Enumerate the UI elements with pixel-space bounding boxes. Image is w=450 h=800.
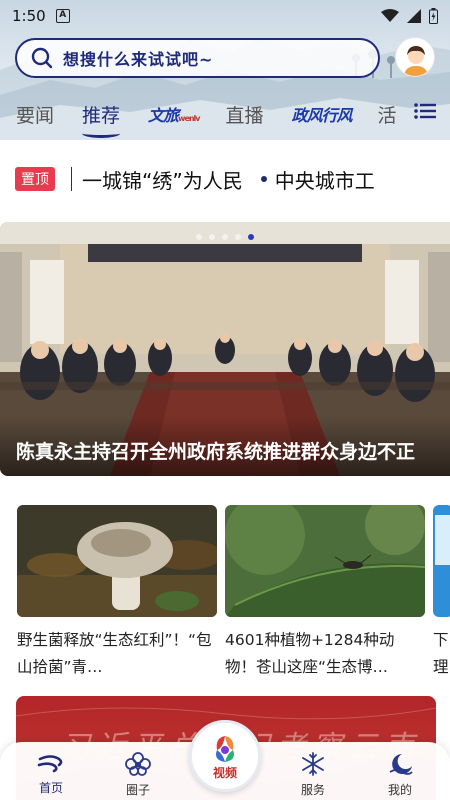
nav-video-label: 视频 bbox=[212, 765, 237, 780]
circle-flower-icon bbox=[125, 752, 151, 776]
ticker-divider bbox=[71, 167, 72, 191]
news-card-title: 下理 bbox=[433, 631, 449, 675]
search-icon bbox=[31, 47, 53, 69]
carousel-dot[interactable] bbox=[222, 234, 228, 240]
status-bar: 1:50 A bbox=[0, 0, 450, 32]
battery-icon bbox=[429, 8, 438, 24]
wifi-icon bbox=[381, 9, 399, 22]
tab-zhibo[interactable]: 直播 bbox=[226, 101, 264, 128]
carousel-indicators bbox=[196, 234, 254, 240]
search-row: 想搜什么来试试吧~ bbox=[15, 37, 435, 79]
home-wind-icon bbox=[37, 755, 63, 773]
signal-icon bbox=[407, 9, 421, 23]
news-card-strip: 野生菌释放“生态红利”！“包山拾菌”青… 4601种植物+1284种动物！苍山这… bbox=[17, 505, 450, 675]
carousel-dot[interactable] bbox=[196, 234, 202, 240]
ticker-headline[interactable]: 中央城市工 bbox=[275, 165, 375, 194]
tab-zhengfeng-logo[interactable]: 政风行风 bbox=[292, 102, 353, 126]
news-card[interactable]: 4601种植物+1284种动物！苍山这座“生态博… bbox=[225, 505, 425, 675]
tab-tuijian[interactable]: 推荐 bbox=[82, 101, 121, 138]
news-card-partial[interactable]: 下理 bbox=[433, 505, 450, 675]
banner-carousel[interactable]: 陈真永主持召开全州政府系统推进群众身边不正 bbox=[0, 222, 450, 476]
status-time: 1:50 bbox=[12, 7, 46, 25]
carousel-dot[interactable] bbox=[209, 234, 215, 240]
service-snowflake-icon bbox=[302, 752, 324, 776]
pinned-ticker[interactable]: 置顶 一城锦“绣”为人民 中央城市工 bbox=[15, 163, 450, 195]
nav-circle[interactable]: 圈子 bbox=[108, 752, 168, 798]
tab-yaowen[interactable]: 要闻 bbox=[16, 101, 54, 128]
moon-profile-icon bbox=[389, 754, 413, 775]
nav-mine-label: 我的 bbox=[387, 783, 412, 797]
channel-tabs: 要闻 推荐 文旅wenlv 直播 政风行风 活 bbox=[0, 96, 450, 138]
banner-caption: 陈真永主持召开全州政府系统推进群众身边不正 bbox=[0, 416, 450, 476]
ticker-bullet bbox=[260, 176, 267, 182]
nav-home[interactable]: 首页 bbox=[21, 752, 81, 796]
nav-home-label: 首页 bbox=[38, 781, 63, 795]
news-card-title: 4601种植物+1284种动物！苍山这座“生态博… bbox=[225, 631, 395, 675]
channel-menu-icon[interactable] bbox=[414, 102, 436, 120]
news-card-title: 野生菌释放“生态红利”！“包山拾菌”青… bbox=[17, 631, 212, 675]
ticker-headline[interactable]: 一城锦“绣”为人民 bbox=[82, 165, 243, 194]
notification-a-icon: A bbox=[55, 9, 70, 23]
carousel-dot-active[interactable] bbox=[248, 234, 254, 240]
partial-card-photo bbox=[433, 505, 450, 617]
search-input[interactable]: 想搜什么来试试吧~ bbox=[15, 38, 380, 78]
nav-circle-label: 圈子 bbox=[125, 783, 150, 797]
tab-huo[interactable]: 活 bbox=[378, 101, 397, 128]
avatar[interactable] bbox=[395, 37, 435, 77]
tab-wenlv-logo[interactable]: 文旅wenlv bbox=[148, 102, 201, 126]
nav-mine[interactable]: 我的 bbox=[370, 752, 430, 798]
search-placeholder: 想搜什么来试试吧~ bbox=[63, 50, 214, 69]
nav-video-button[interactable]: 视频 bbox=[189, 720, 261, 792]
insect-leaf-photo bbox=[225, 505, 425, 617]
nav-service[interactable]: 服务 bbox=[283, 752, 343, 798]
news-card[interactable]: 野生菌释放“生态红利”！“包山拾菌”青… bbox=[17, 505, 217, 675]
mushroom-photo bbox=[17, 505, 217, 617]
carousel-dot[interactable] bbox=[235, 234, 241, 240]
nav-service-label: 服务 bbox=[300, 783, 325, 797]
pinned-badge: 置顶 bbox=[15, 167, 55, 191]
video-petal-icon bbox=[216, 735, 234, 762]
